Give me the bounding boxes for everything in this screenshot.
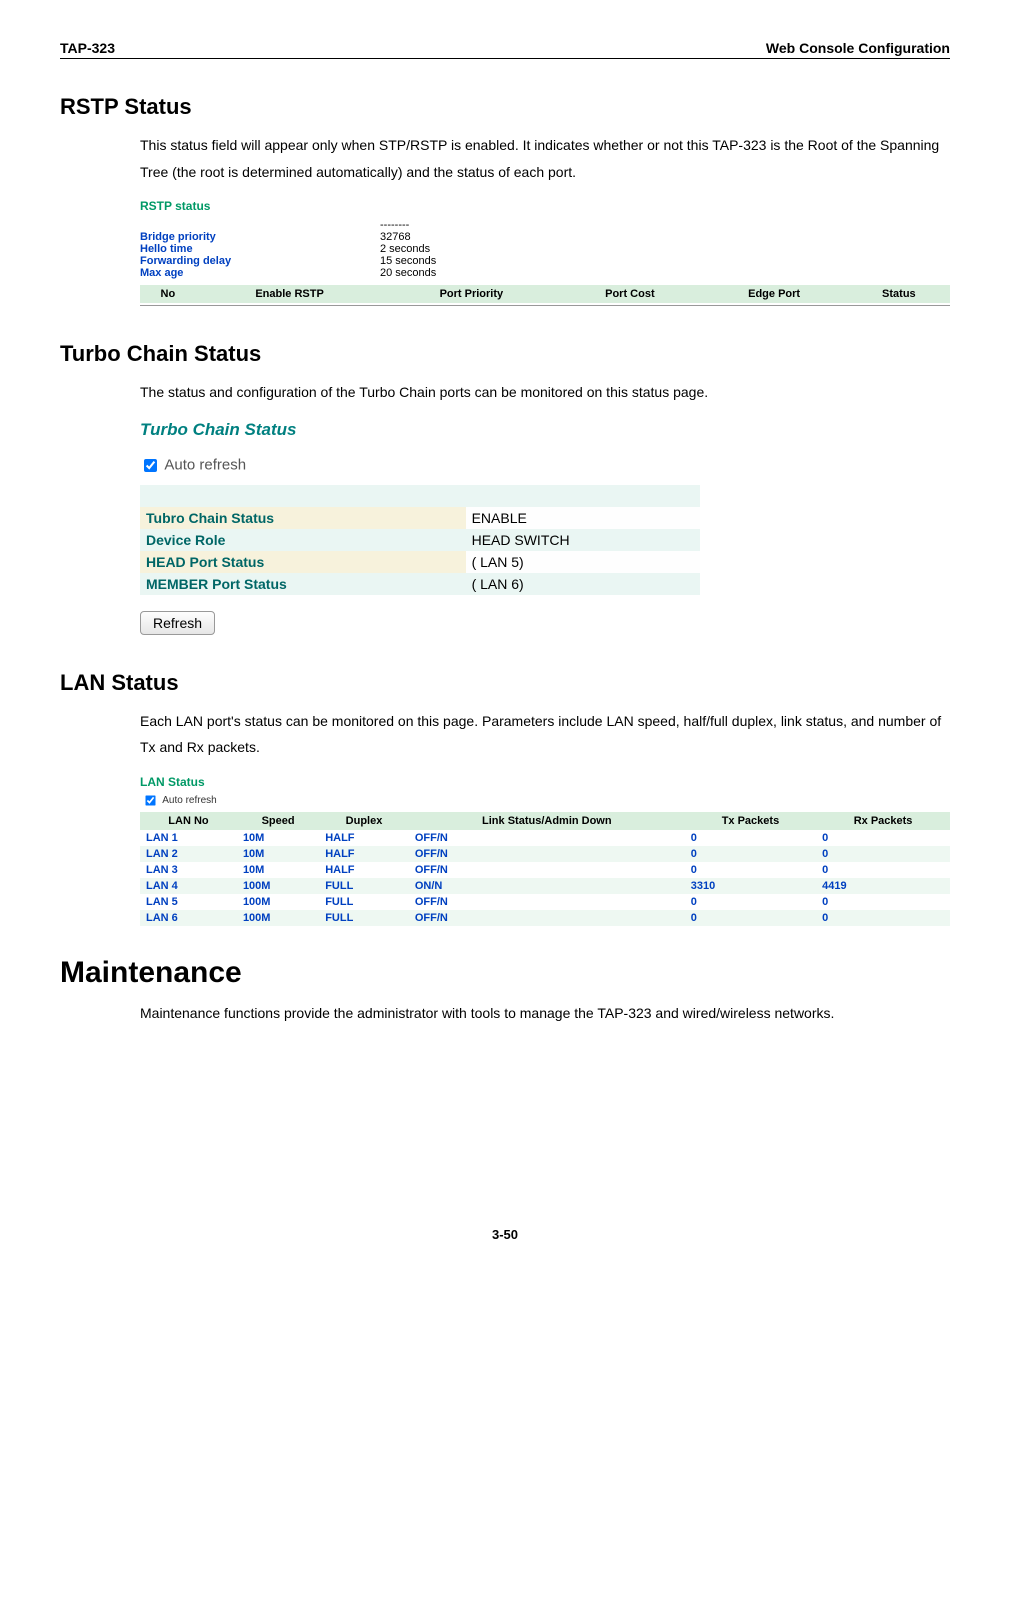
lan-shot-title: LAN Status bbox=[140, 775, 950, 789]
lan-auto-refresh-checkbox[interactable] bbox=[145, 795, 155, 805]
tcs-table: Tubro Chain StatusENABLE Device RoleHEAD… bbox=[140, 485, 700, 595]
cell: 0 bbox=[685, 862, 816, 878]
rstp-heading: RSTP Status bbox=[60, 94, 950, 120]
rstp-param-val: 15 seconds bbox=[380, 255, 436, 267]
rstp-param-label: Max age bbox=[140, 267, 380, 279]
cell: 0 bbox=[685, 894, 816, 910]
cell: FULL bbox=[319, 878, 409, 894]
table-row: LAN 210MHALFOFF/N00 bbox=[140, 846, 950, 862]
table-row: LAN 5100MFULLOFF/N00 bbox=[140, 894, 950, 910]
cell: 0 bbox=[685, 846, 816, 862]
cell: 0 bbox=[816, 862, 950, 878]
rstp-table: No Enable RSTP Port Priority Port Cost E… bbox=[140, 285, 950, 303]
cell: 0 bbox=[685, 830, 816, 846]
table-row: LAN 110MHALFOFF/N00 bbox=[140, 830, 950, 846]
rstp-param-label: Forwarding delay bbox=[140, 255, 380, 267]
tcs-key: Device Role bbox=[140, 529, 466, 551]
tcs-key: MEMBER Port Status bbox=[140, 573, 466, 595]
lan-col: LAN No bbox=[140, 812, 237, 830]
cell: OFF/N bbox=[409, 894, 685, 910]
maintenance-heading: Maintenance bbox=[60, 956, 950, 990]
cell: LAN 4 bbox=[140, 878, 237, 894]
lan-heading: LAN Status bbox=[60, 670, 950, 696]
rstp-param-val: 20 seconds bbox=[380, 267, 436, 279]
rstp-screenshot: RSTP status -------- Bridge priority3276… bbox=[140, 199, 950, 306]
rstp-col: Status bbox=[848, 285, 950, 303]
rstp-param-label: Bridge priority bbox=[140, 231, 380, 243]
cell: FULL bbox=[319, 894, 409, 910]
tcs-intro: The status and configuration of the Turb… bbox=[140, 379, 950, 406]
lan-col: Speed bbox=[237, 812, 319, 830]
rstp-col: Port Cost bbox=[559, 285, 700, 303]
header-left: TAP-323 bbox=[60, 40, 115, 56]
cell: LAN 2 bbox=[140, 846, 237, 862]
lan-screenshot: LAN Status Auto refresh LAN No Speed Dup… bbox=[140, 775, 950, 926]
tcs-val: HEAD SWITCH bbox=[466, 529, 700, 551]
cell: 0 bbox=[816, 846, 950, 862]
rstp-param-val: 32768 bbox=[380, 231, 411, 243]
lan-table: LAN No Speed Duplex Link Status/Admin Do… bbox=[140, 812, 950, 926]
cell: HALF bbox=[319, 862, 409, 878]
tcs-key: Tubro Chain Status bbox=[140, 507, 466, 529]
lan-col: Rx Packets bbox=[816, 812, 950, 830]
cell: 0 bbox=[816, 830, 950, 846]
lan-col: Link Status/Admin Down bbox=[409, 812, 685, 830]
cell: FULL bbox=[319, 910, 409, 926]
tcs-heading: Turbo Chain Status bbox=[60, 341, 950, 367]
cell: 10M bbox=[237, 830, 319, 846]
cell: LAN 5 bbox=[140, 894, 237, 910]
rstp-dash: -------- bbox=[380, 219, 409, 231]
header-right: Web Console Configuration bbox=[766, 40, 950, 56]
cell: LAN 6 bbox=[140, 910, 237, 926]
cell: ON/N bbox=[409, 878, 685, 894]
cell: 0 bbox=[685, 910, 816, 926]
lan-col: Tx Packets bbox=[685, 812, 816, 830]
cell: OFF/N bbox=[409, 910, 685, 926]
cell: OFF/N bbox=[409, 846, 685, 862]
lan-auto-refresh-label: Auto refresh bbox=[162, 795, 216, 806]
maintenance-intro: Maintenance functions provide the admini… bbox=[140, 1000, 950, 1027]
cell: OFF/N bbox=[409, 830, 685, 846]
tcs-val: ( LAN 5) bbox=[466, 551, 700, 573]
cell: 100M bbox=[237, 910, 319, 926]
rstp-col: Enable RSTP bbox=[196, 285, 384, 303]
tcs-key: HEAD Port Status bbox=[140, 551, 466, 573]
rstp-col: Port Priority bbox=[383, 285, 559, 303]
cell: HALF bbox=[319, 830, 409, 846]
refresh-button[interactable]: Refresh bbox=[140, 611, 215, 635]
cell: 10M bbox=[237, 862, 319, 878]
cell: OFF/N bbox=[409, 862, 685, 878]
rstp-col: Edge Port bbox=[700, 285, 847, 303]
cell: LAN 3 bbox=[140, 862, 237, 878]
cell: 100M bbox=[237, 894, 319, 910]
cell: 100M bbox=[237, 878, 319, 894]
table-row: LAN 6100MFULLOFF/N00 bbox=[140, 910, 950, 926]
auto-refresh-label: Auto refresh bbox=[164, 456, 246, 473]
table-row: LAN 310MHALFOFF/N00 bbox=[140, 862, 950, 878]
cell: 0 bbox=[816, 910, 950, 926]
divider bbox=[140, 305, 950, 306]
lan-intro: Each LAN port's status can be monitored … bbox=[140, 708, 950, 761]
tcs-shot-title: Turbo Chain Status bbox=[140, 420, 950, 440]
cell: HALF bbox=[319, 846, 409, 862]
cell: 3310 bbox=[685, 878, 816, 894]
cell: 4419 bbox=[816, 878, 950, 894]
rstp-col: No bbox=[140, 285, 196, 303]
rstp-param-val: 2 seconds bbox=[380, 243, 430, 255]
auto-refresh-checkbox[interactable] bbox=[144, 459, 157, 472]
cell: 0 bbox=[816, 894, 950, 910]
tcs-val: ENABLE bbox=[466, 507, 700, 529]
rstp-param-label: Hello time bbox=[140, 243, 380, 255]
page-number: 3-50 bbox=[60, 1227, 950, 1242]
tcs-screenshot: Turbo Chain Status Auto refresh Tubro Ch… bbox=[140, 420, 950, 635]
tcs-val: ( LAN 6) bbox=[466, 573, 700, 595]
lan-col: Duplex bbox=[319, 812, 409, 830]
cell: LAN 1 bbox=[140, 830, 237, 846]
cell: 10M bbox=[237, 846, 319, 862]
rstp-intro: This status field will appear only when … bbox=[140, 132, 950, 185]
rstp-shot-title: RSTP status bbox=[140, 199, 950, 213]
table-row: LAN 4100MFULLON/N33104419 bbox=[140, 878, 950, 894]
page-header: TAP-323 Web Console Configuration bbox=[60, 40, 950, 59]
